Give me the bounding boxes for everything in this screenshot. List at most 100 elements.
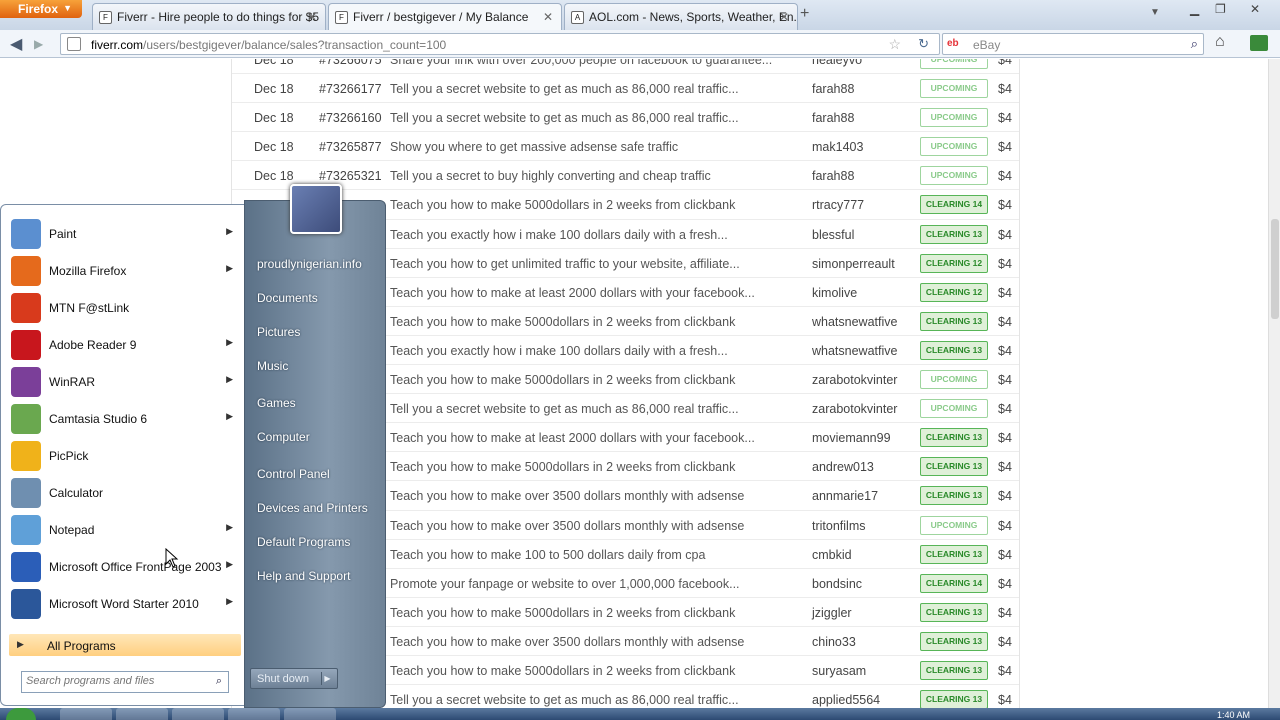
submenu-arrow-icon[interactable]: ▶: [226, 337, 233, 348]
start-menu-link[interactable]: proudlynigerian.info: [257, 257, 362, 271]
order-id-link[interactable]: #73266160: [319, 111, 382, 125]
gig-title-link[interactable]: Teach you how to make at least 2000 doll…: [390, 431, 755, 445]
start-menu-program-item[interactable]: Mozilla Firefox ▶: [7, 254, 239, 288]
gig-title-link[interactable]: Teach you how to get unlimited traffic t…: [390, 257, 740, 271]
start-menu-program-item[interactable]: Paint ▶: [7, 217, 239, 251]
gig-title-link[interactable]: Promote your fanpage or website to over …: [390, 577, 740, 591]
tab-my-balance[interactable]: F Fiverr / bestgigever / My Balance ✕: [328, 3, 562, 30]
firefox-menu-button[interactable]: Firefox ▼: [0, 0, 82, 18]
taskbar-explorer-icon[interactable]: [172, 708, 224, 720]
gig-title-link[interactable]: Tell you a secret website to get as much…: [390, 111, 739, 125]
forward-arrow-icon[interactable]: ▶: [34, 37, 43, 51]
gig-title-link[interactable]: Share your link with over 200,000 people…: [390, 59, 772, 67]
start-menu-link[interactable]: Computer: [257, 430, 310, 444]
submenu-arrow-icon[interactable]: ▶: [226, 226, 233, 237]
buyer-link[interactable]: mak1403: [812, 140, 863, 154]
start-menu-program-item[interactable]: WinRAR ▶: [7, 365, 239, 399]
buyer-link[interactable]: farah88: [812, 169, 854, 183]
tab-aol[interactable]: A AOL.com - News, Sports, Weather, En...…: [564, 3, 798, 30]
site-identity-icon[interactable]: [67, 37, 81, 51]
gig-title-link[interactable]: Tell you a secret website to get as much…: [390, 693, 739, 707]
ebay-engine-icon[interactable]: eb: [947, 38, 959, 49]
gig-title-link[interactable]: Tell you a secret website to get as much…: [390, 82, 739, 96]
start-menu-program-item[interactable]: Microsoft Word Starter 2010 ▶: [7, 587, 239, 621]
buyer-link[interactable]: cmbkid: [812, 548, 852, 562]
gig-title-link[interactable]: Show you where to get massive adsense sa…: [390, 140, 678, 154]
start-menu-program-item[interactable]: Calculator: [7, 476, 239, 510]
gig-title-link[interactable]: Teach you how to make 5000dollars in 2 w…: [390, 664, 735, 678]
buyer-link[interactable]: tritonfilms: [812, 519, 865, 533]
order-id-link[interactable]: #73265321: [319, 169, 382, 183]
all-programs-button[interactable]: ▶ All Programs: [9, 634, 241, 656]
buyer-link[interactable]: whatsnewatfive: [812, 344, 897, 358]
buyer-link[interactable]: applied5564: [812, 693, 880, 707]
gig-title-link[interactable]: Teach you how to make 5000dollars in 2 w…: [390, 315, 735, 329]
buyer-link[interactable]: kimolive: [812, 286, 857, 300]
scrollbar[interactable]: [1268, 59, 1280, 720]
close-tab-icon[interactable]: ✕: [543, 10, 553, 24]
gig-title-link[interactable]: Teach you exactly how i make 100 dollars…: [390, 228, 728, 242]
tab-fiverr-home[interactable]: F Fiverr - Hire people to do things for …: [92, 3, 326, 30]
buyer-link[interactable]: zarabotokvinter: [812, 373, 897, 387]
start-menu-program-item[interactable]: PicPick: [7, 439, 239, 473]
taskbar-firefox-icon[interactable]: [116, 708, 168, 720]
buyer-link[interactable]: jziggler: [812, 606, 852, 620]
buyer-link[interactable]: whatsnewatfive: [812, 315, 897, 329]
order-id-link[interactable]: #73265877: [319, 140, 382, 154]
buyer-link[interactable]: zarabotokvinter: [812, 402, 897, 416]
start-menu-link[interactable]: Documents: [257, 291, 318, 305]
buyer-link[interactable]: blessful: [812, 228, 854, 242]
list-all-tabs-icon[interactable]: ▼: [1150, 7, 1160, 18]
shut-down-options-icon[interactable]: ▶: [321, 672, 333, 685]
buyer-link[interactable]: rtracy777: [812, 198, 864, 212]
gig-title-link[interactable]: Tell you a secret to buy highly converti…: [390, 169, 711, 183]
buyer-link[interactable]: farah88: [812, 111, 854, 125]
gig-title-link[interactable]: Teach you how to make over 3500 dollars …: [390, 519, 744, 533]
buyer-link[interactable]: annmarie17: [812, 489, 878, 503]
start-menu-program-item[interactable]: Adobe Reader 9 ▶: [7, 328, 239, 362]
gig-title-link[interactable]: Teach you how to make 5000dollars in 2 w…: [390, 373, 735, 387]
start-menu-link[interactable]: Games: [257, 396, 296, 410]
gig-title-link[interactable]: Tell you a secret website to get as much…: [390, 402, 739, 416]
buyer-link[interactable]: andrew013: [812, 460, 874, 474]
submenu-arrow-icon[interactable]: ▶: [226, 522, 233, 533]
start-search-box[interactable]: ⌕: [21, 671, 229, 693]
buyer-link[interactable]: simonperreault: [812, 257, 895, 271]
taskbar-folder-icon[interactable]: [228, 708, 280, 720]
minimize-icon[interactable]: ▁: [1190, 2, 1199, 16]
buyer-link[interactable]: bondsinc: [812, 577, 862, 591]
back-arrow-icon[interactable]: ◀: [10, 34, 22, 54]
submenu-arrow-icon[interactable]: ▶: [226, 374, 233, 385]
taskbar-ie-icon[interactable]: [60, 708, 112, 720]
start-menu-link[interactable]: Music: [257, 359, 288, 373]
order-id-link[interactable]: #73266075: [319, 59, 382, 67]
shut-down-button[interactable]: Shut down ▶: [250, 668, 338, 689]
close-window-icon[interactable]: ✕: [1250, 2, 1260, 16]
url-bar[interactable]: fiverr.com/users/bestgigever/balance/sal…: [60, 33, 940, 55]
submenu-arrow-icon[interactable]: ▶: [226, 411, 233, 422]
gig-title-link[interactable]: Teach you how to make 5000dollars in 2 w…: [390, 606, 735, 620]
buyer-link[interactable]: moviemann99: [812, 431, 891, 445]
bookmark-star-icon[interactable]: ☆: [888, 36, 901, 53]
user-avatar[interactable]: [290, 184, 342, 234]
home-icon[interactable]: ⌂: [1215, 33, 1225, 51]
start-menu-link[interactable]: Default Programs: [257, 535, 350, 549]
buyer-link[interactable]: suryasam: [812, 664, 866, 678]
start-menu-link[interactable]: Devices and Printers: [257, 501, 368, 515]
maximize-icon[interactable]: ❐: [1215, 2, 1226, 16]
taskbar-app-icon[interactable]: [284, 708, 336, 720]
gig-title-link[interactable]: Teach you how to make over 3500 dollars …: [390, 635, 744, 649]
start-menu-program-item[interactable]: MTN F@stLink: [7, 291, 239, 325]
submenu-arrow-icon[interactable]: ▶: [226, 263, 233, 274]
submenu-arrow-icon[interactable]: ▶: [226, 596, 233, 607]
buyer-link[interactable]: farah88: [812, 82, 854, 96]
start-menu-program-item[interactable]: Microsoft Office FrontPage 2003 ▶: [7, 550, 239, 584]
start-menu-link[interactable]: Pictures: [257, 325, 300, 339]
start-search-input[interactable]: [26, 675, 206, 687]
start-orb-icon[interactable]: [6, 708, 36, 720]
gig-title-link[interactable]: Teach you how to make 100 to 500 dollars…: [390, 548, 705, 562]
start-menu-program-item[interactable]: Notepad ▶: [7, 513, 239, 547]
submenu-arrow-icon[interactable]: ▶: [226, 559, 233, 570]
gig-title-link[interactable]: Teach you how to make 5000dollars in 2 w…: [390, 460, 735, 474]
addon-icon[interactable]: [1250, 35, 1268, 51]
